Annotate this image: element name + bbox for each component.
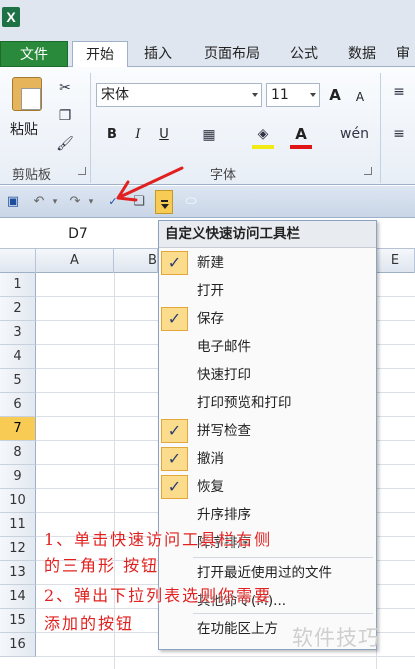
menu-item[interactable]: ✓ 拼写检查 (159, 417, 376, 445)
watermark: 软件技巧 (292, 626, 380, 650)
menu-item-label: 保存 (197, 311, 224, 327)
menu-item-label: 电子邮件 (197, 339, 251, 355)
checkmark-icon: ✓ (161, 447, 188, 471)
menu-item-label: 打开 (197, 283, 224, 299)
menu-item[interactable]: ✓ 恢复 (159, 473, 376, 501)
menu-title: 自定义快速访问工具栏 (159, 221, 376, 248)
checkmark-icon: ✓ (161, 251, 188, 275)
menu-item[interactable]: 升序排序 (159, 501, 376, 529)
menu-item[interactable]: ✓ 保存 (159, 305, 376, 333)
menu-item[interactable]: 打印预览和打印 (159, 389, 376, 417)
annotation-line: 添加的按钮 (44, 614, 135, 633)
menu-item-label: 升序排序 (197, 507, 251, 523)
arrow-icon (116, 166, 184, 202)
menu-item[interactable]: 电子邮件 (159, 333, 376, 361)
annotation-line: 1、单击快速访问工具栏右侧 (44, 530, 273, 549)
menu-item[interactable]: 打开 (159, 277, 376, 305)
menu-item-label: 快速打印 (197, 367, 251, 383)
checkmark-icon: ✓ (161, 307, 188, 331)
annotation-line: 的三角形 按钮 (44, 556, 160, 575)
checkmark-icon: ✓ (161, 419, 188, 443)
menu-item-label: 打印预览和打印 (197, 395, 292, 411)
menu-item-label: 在功能区上方 (197, 621, 278, 637)
menu-item-label: 恢复 (197, 479, 224, 495)
menu-item[interactable]: 快速打印 (159, 361, 376, 389)
menu-separator (193, 557, 373, 558)
menu-item-label: 新建 (197, 255, 224, 271)
menu-separator (193, 613, 373, 614)
menu-item[interactable]: ✓ 撤消 (159, 445, 376, 473)
checkmark-icon: ✓ (161, 475, 188, 499)
annotation-line: 2、弹出下拉列表选则你需要 (44, 586, 273, 605)
menu-item-label: 拼写检查 (197, 423, 251, 439)
menu-item-label: 撤消 (197, 451, 224, 467)
menu-item[interactable]: ✓ 新建 (159, 249, 376, 277)
